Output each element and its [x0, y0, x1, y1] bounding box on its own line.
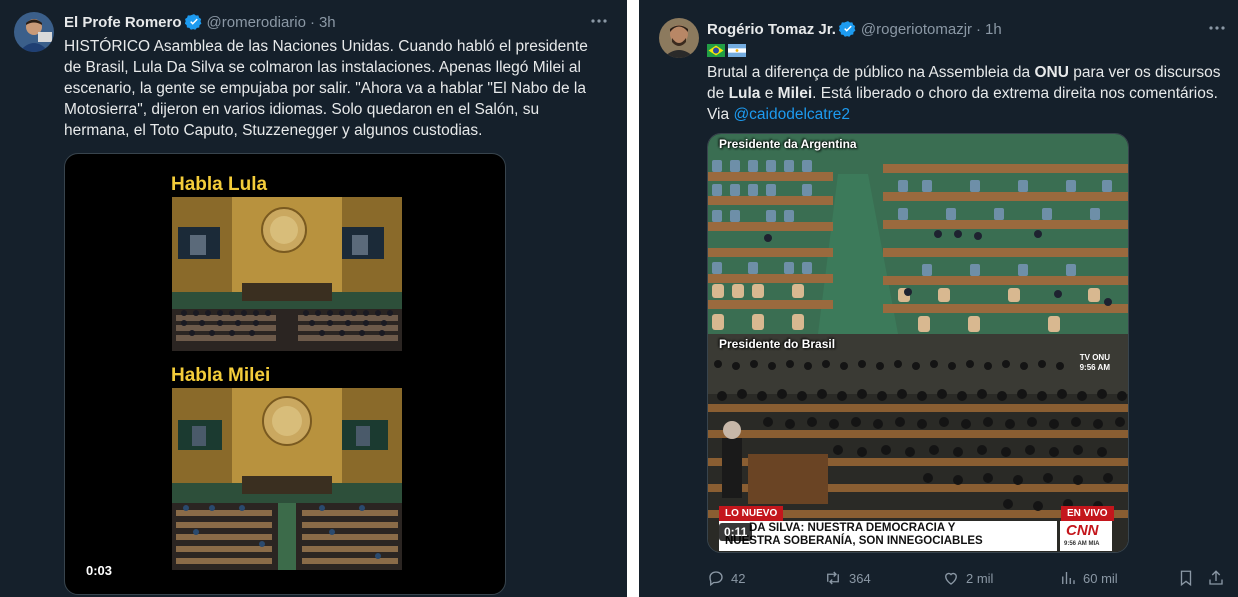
tweet-actions: 42 364 2 mil 60 mil — [707, 568, 1232, 588]
video-frame-argentina — [708, 134, 1128, 334]
more-options-icon[interactable] — [1207, 18, 1227, 38]
argentina-flag-icon — [728, 44, 746, 57]
tweet-text: Brutal a diferença de público na Assembl… — [707, 62, 1232, 125]
left-tweet: El Profe Romero @romerodiario · 3h HISTÓ… — [0, 0, 627, 597]
network-time: 9:56 AM MIA — [1064, 541, 1100, 547]
video-frame-milei — [172, 388, 402, 570]
headline-line: DA SILVA: NUESTRA DEMOCRACIA Y — [749, 522, 956, 534]
avatar[interactable] — [14, 12, 54, 52]
like-count: 2 mil — [966, 570, 994, 586]
heart-icon — [945, 572, 957, 585]
reply-button[interactable]: 42 — [707, 569, 745, 587]
repost-count: 364 — [849, 570, 871, 586]
video-timestamp: 0:11 — [719, 523, 753, 541]
repost-icon — [827, 571, 839, 585]
tweet-text-part: e — [760, 85, 778, 102]
separator-dot: · — [976, 20, 982, 38]
share-button[interactable] — [1207, 569, 1231, 587]
network-box: CNN 9:56 AM MIA — [1060, 521, 1112, 551]
avatar[interactable] — [659, 18, 699, 58]
video-player[interactable]: Presidente da Argentina Presidente do Br… — [707, 133, 1129, 553]
video-frame-lula — [172, 197, 402, 351]
video-player[interactable]: Habla Lula Habla Milei 0:03 — [64, 153, 506, 595]
author-handle[interactable]: @romerodiario — [207, 14, 306, 31]
brazil-flag-icon — [707, 44, 725, 57]
tweet-text-bold: Milei — [777, 85, 813, 102]
author-name[interactable]: Rogério Tomaz Jr. — [707, 21, 836, 38]
tweet-text-bold: ONU — [1034, 64, 1069, 81]
tweet-text: HISTÓRICO Asamblea de las Naciones Unida… — [64, 38, 588, 139]
tweet-header: El Profe Romero @romerodiario · 3h — [64, 13, 336, 31]
bookmark-icon — [1180, 570, 1192, 587]
like-button[interactable]: 2 mil — [942, 569, 993, 587]
tv-badge-line: TV ONU — [1079, 353, 1110, 362]
tweet-header: Rogério Tomaz Jr. @rogeriotomazjr · 1h — [707, 20, 1002, 38]
views-count: 60 mil — [1083, 570, 1118, 586]
mention-link[interactable]: @caidodelcatre2 — [733, 106, 850, 123]
video-timestamp: 0:03 — [86, 563, 113, 578]
reply-count: 42 — [731, 570, 746, 586]
verified-badge-icon — [184, 13, 203, 31]
bookmark-button[interactable] — [1177, 569, 1201, 587]
views-chart-icon — [1062, 572, 1075, 584]
views-button[interactable]: 60 mil — [1059, 569, 1118, 587]
right-tweet: Rogério Tomaz Jr. @rogeriotomazjr · 1h B… — [639, 0, 1238, 597]
tweet-time[interactable]: 3h — [319, 14, 336, 31]
share-icon — [1209, 570, 1223, 585]
reply-icon — [709, 571, 723, 587]
lower-third-tag: LO NUEVO — [719, 506, 784, 521]
headline-line: NUESTRA SOBERANÍA, SON INNEGOCIABLES — [725, 535, 983, 547]
verified-badge-icon — [838, 20, 857, 38]
tweet-time[interactable]: 1h — [985, 21, 1002, 38]
separator-dot: · — [309, 13, 315, 31]
more-options-icon[interactable] — [589, 11, 609, 31]
lower-third-headline: DA SILVA: NUESTRA DEMOCRACIA Y NUESTRA S… — [719, 521, 1057, 551]
tweet-text-part: Brutal a diferença de público na Assembl… — [707, 64, 1035, 81]
video-label-top: Presidente da Argentina — [719, 137, 857, 151]
repost-button[interactable]: 364 — [823, 569, 871, 587]
author-handle[interactable]: @rogeriotomazjr — [861, 21, 972, 38]
video-caption-bottom: Habla Milei — [171, 365, 271, 386]
video-label-bottom: Presidente do Brasil — [719, 337, 836, 351]
author-name[interactable]: El Profe Romero — [64, 14, 182, 31]
tv-onu-badge: TV ONU 9:56 AM — [1074, 353, 1110, 373]
video-caption-top: Habla Lula — [171, 174, 268, 195]
tv-badge-line: 9:56 AM — [1079, 363, 1110, 372]
tweet-text-bold: Lula — [728, 85, 761, 102]
cnn-logo: CNN — [1066, 522, 1099, 539]
lower-third-live: EN VIVO — [1061, 506, 1114, 521]
